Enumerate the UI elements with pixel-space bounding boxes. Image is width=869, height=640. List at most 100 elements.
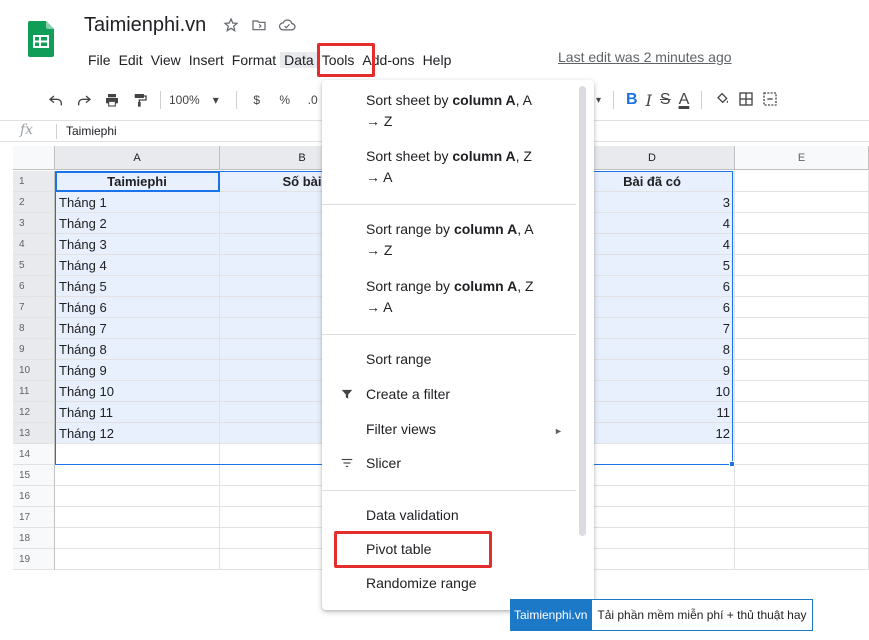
row-header[interactable]: 11	[13, 381, 55, 402]
menu-add-ons[interactable]: Add-ons	[358, 52, 418, 68]
table-cell[interactable]	[735, 339, 869, 360]
table-cell[interactable]	[570, 444, 735, 465]
table-cell[interactable]	[735, 528, 869, 549]
document-title[interactable]: Taimienphi.vn	[84, 14, 206, 37]
dropdown-scrollbar[interactable]	[579, 86, 586, 536]
row-header[interactable]: 8	[13, 318, 55, 339]
table-cell[interactable]	[735, 486, 869, 507]
last-edit-link[interactable]: Last edit was 2 minutes ago	[558, 49, 732, 65]
star-icon[interactable]	[222, 16, 240, 34]
table-cell[interactable]	[735, 549, 869, 570]
text-color-button[interactable]: A	[679, 91, 690, 109]
chevron-down-icon[interactable]: ▾	[204, 88, 228, 112]
table-cell[interactable]: 8	[570, 339, 735, 360]
row-header[interactable]: 6	[13, 276, 55, 297]
table-cell[interactable]: Tháng 1	[55, 192, 220, 213]
row-header[interactable]: 7	[13, 297, 55, 318]
menu-randomize-range[interactable]: Randomize range	[366, 573, 477, 594]
menu-insert[interactable]: Insert	[185, 52, 228, 68]
table-cell[interactable]	[735, 297, 869, 318]
borders-icon[interactable]	[738, 91, 754, 110]
column-header[interactable]: A	[55, 146, 220, 170]
row-header[interactable]: 5	[13, 255, 55, 276]
table-cell[interactable]	[570, 465, 735, 486]
menu-sort-range-a-z[interactable]: Sort range by column A, A → Z	[366, 219, 534, 261]
row-header[interactable]: 15	[13, 465, 55, 486]
table-cell[interactable]	[735, 276, 869, 297]
table-cell[interactable]: Tháng 5	[55, 276, 220, 297]
table-cell[interactable]	[735, 423, 869, 444]
table-cell[interactable]: Tháng 10	[55, 381, 220, 402]
formula-input[interactable]: Taimiephi	[66, 124, 117, 138]
column-header[interactable]: D	[570, 146, 735, 170]
table-cell[interactable]	[735, 171, 869, 192]
table-cell[interactable]	[570, 486, 735, 507]
menu-create-filter[interactable]: Create a filter	[366, 384, 450, 405]
table-cell[interactable]	[570, 528, 735, 549]
table-cell[interactable]	[570, 507, 735, 528]
row-header[interactable]: 4	[13, 234, 55, 255]
merge-cells-icon[interactable]	[762, 91, 778, 110]
row-header[interactable]: 10	[13, 360, 55, 381]
table-cell[interactable]: Tháng 6	[55, 297, 220, 318]
italic-button[interactable]: I	[646, 91, 652, 110]
menu-sort-range-z-a[interactable]: Sort range by column A, Z → A	[366, 276, 534, 318]
table-cell[interactable]	[55, 528, 220, 549]
row-header[interactable]: 16	[13, 486, 55, 507]
menu-data-validation[interactable]: Data validation	[366, 505, 459, 526]
menu-view[interactable]: View	[147, 52, 185, 68]
bold-button[interactable]: B	[626, 91, 638, 109]
row-header[interactable]: 3	[13, 213, 55, 234]
table-cell[interactable]	[735, 444, 869, 465]
table-cell[interactable]	[735, 318, 869, 339]
row-header[interactable]: 17	[13, 507, 55, 528]
table-cell[interactable]: 4	[570, 213, 735, 234]
row-header[interactable]: 18	[13, 528, 55, 549]
row-header[interactable]: 12	[13, 402, 55, 423]
menu-sort-range[interactable]: Sort range	[366, 349, 431, 370]
table-cell[interactable]	[735, 255, 869, 276]
row-header[interactable]: 14	[13, 444, 55, 465]
undo-icon[interactable]	[44, 88, 68, 112]
column-header[interactable]: E	[735, 146, 869, 170]
table-cell[interactable]	[55, 507, 220, 528]
table-cell[interactable]	[735, 465, 869, 486]
percent-format-button[interactable]: %	[273, 88, 297, 112]
table-cell[interactable]: 7	[570, 318, 735, 339]
cloud-status-icon[interactable]	[278, 16, 296, 34]
paint-format-icon[interactable]	[128, 88, 152, 112]
table-cell[interactable]: 3	[570, 192, 735, 213]
table-cell[interactable]: Tháng 4	[55, 255, 220, 276]
table-cell[interactable]: Tháng 8	[55, 339, 220, 360]
table-cell[interactable]: Tháng 11	[55, 402, 220, 423]
row-header[interactable]: 13	[13, 423, 55, 444]
menu-slicer[interactable]: Slicer	[366, 453, 401, 474]
redo-icon[interactable]	[72, 88, 96, 112]
sheets-logo-icon[interactable]	[28, 21, 54, 57]
table-cell[interactable]: Tháng 2	[55, 213, 220, 234]
table-cell[interactable]: 6	[570, 297, 735, 318]
menu-data[interactable]: Data	[280, 52, 318, 68]
row-header[interactable]: 1	[13, 171, 55, 192]
menu-pivot-table[interactable]: Pivot table	[366, 539, 431, 560]
table-cell[interactable]: Tháng 12	[55, 423, 220, 444]
table-cell[interactable]: Tháng 7	[55, 318, 220, 339]
table-cell[interactable]: 4	[570, 234, 735, 255]
table-cell[interactable]: 6	[570, 276, 735, 297]
menu-sort-sheet-z-a[interactable]: Sort sheet by column A, Z → A	[366, 146, 532, 188]
table-cell[interactable]	[570, 549, 735, 570]
table-cell[interactable]	[55, 444, 220, 465]
table-cell[interactable]	[735, 213, 869, 234]
table-cell[interactable]	[735, 507, 869, 528]
table-cell[interactable]	[55, 465, 220, 486]
table-cell[interactable]	[735, 360, 869, 381]
table-cell[interactable]: Tháng 9	[55, 360, 220, 381]
row-header[interactable]: 9	[13, 339, 55, 360]
menu-tools[interactable]: Tools	[318, 52, 359, 68]
table-cell[interactable]	[735, 234, 869, 255]
currency-format-button[interactable]: $	[245, 88, 269, 112]
menu-file[interactable]: File	[84, 52, 115, 68]
menu-sort-sheet-a-z[interactable]: Sort sheet by column A, A → Z	[366, 90, 532, 132]
row-header[interactable]: 2	[13, 192, 55, 213]
table-cell[interactable]: 11	[570, 402, 735, 423]
